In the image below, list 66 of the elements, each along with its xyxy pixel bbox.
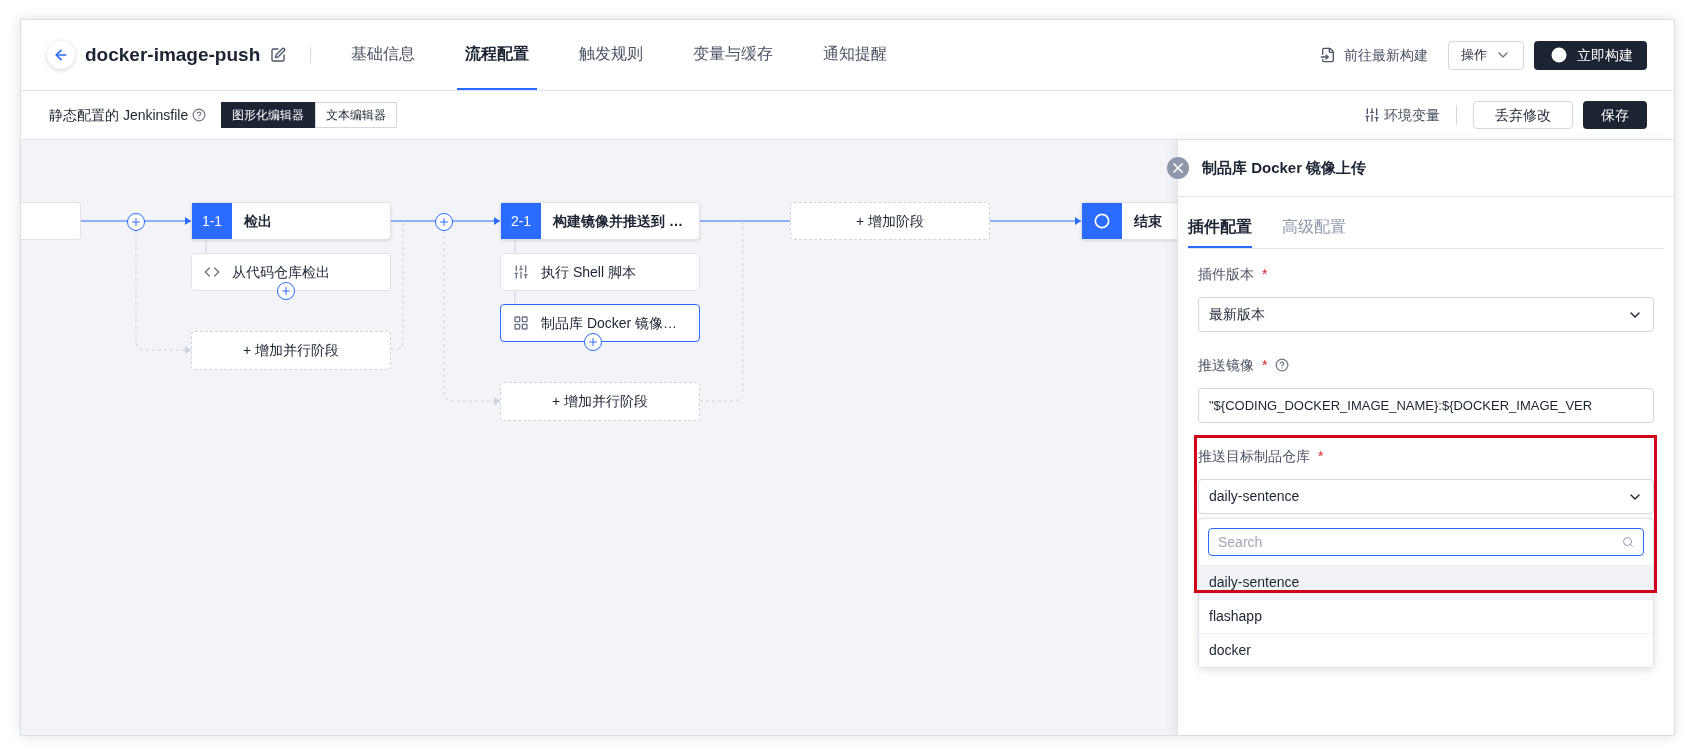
field-label: 推送镜像 <box>1198 355 1254 375</box>
actions-menu-button[interactable]: 操作 <box>1448 40 1524 70</box>
nav-tab[interactable]: 变量与缓存 <box>685 20 782 90</box>
panel-tab[interactable]: 插件配置 <box>1188 207 1252 248</box>
sliders-icon <box>1364 107 1380 123</box>
nav-tab[interactable]: 触发规则 <box>571 20 652 90</box>
step-label: 制品库 Docker 镜像… <box>541 313 678 333</box>
editor-mode-toggle[interactable]: 图形化编辑器 <box>221 102 316 128</box>
select-field[interactable]: daily-sentence <box>1198 479 1654 514</box>
dropdown-option[interactable]: daily-sentence <box>1199 565 1653 599</box>
stage-badge: 1-1 <box>192 203 232 239</box>
stage-badge: 2-1 <box>501 203 541 239</box>
sliders-icon <box>513 264 529 280</box>
discard-changes-button[interactable]: 丢弃修改 <box>1473 101 1573 129</box>
add-parallel-stage-button[interactable]: + 增加并行阶段 <box>500 382 700 421</box>
step-node[interactable]: 从代码仓库检出 <box>191 253 391 291</box>
add-stage-button[interactable]: + 增加阶段 <box>790 202 990 240</box>
stage-title: 检出 <box>243 211 272 231</box>
back-button[interactable] <box>47 41 75 69</box>
add-parallel-stage-button[interactable]: + 增加并行阶段 <box>191 331 391 370</box>
plus-icon <box>587 336 599 348</box>
step-label: 执行 Shell 脚本 <box>541 262 636 282</box>
plus-icon <box>280 285 292 297</box>
pipeline-title: docker-image-push <box>85 42 261 67</box>
nav-tab[interactable]: 流程配置 <box>457 20 538 90</box>
nav-tab[interactable]: 通知提醒 <box>815 20 896 90</box>
nav-tab[interactable]: 基础信息 <box>343 20 424 90</box>
end-badge <box>1082 203 1122 239</box>
panel-title: 制品库 Docker 镜像上传 <box>1202 157 1367 178</box>
dropdown-option[interactable]: docker <box>1199 633 1653 667</box>
code-icon <box>204 264 220 280</box>
end-label: 结束 <box>1133 211 1162 231</box>
grid-icon <box>513 315 529 331</box>
field-label: 插件版本 <box>1198 264 1254 284</box>
text-input-field[interactable]: "${CODING_DOCKER_IMAGE_NAME}:${DOCKER_IMAGE_VER <box>1198 388 1654 423</box>
edit-icon[interactable] <box>270 47 287 63</box>
add-button[interactable] <box>127 213 145 231</box>
search-icon <box>1622 536 1634 548</box>
document-icon <box>1320 47 1336 63</box>
build-now-button[interactable]: 立即构建 <box>1534 40 1647 70</box>
editor-mode-toggle[interactable]: 文本编辑器 <box>315 102 398 128</box>
field-label: 推送目标制品仓库 <box>1198 446 1310 466</box>
stage-title: 构建镜像并推送到 … <box>552 211 683 231</box>
required-mark: * <box>1262 355 1268 375</box>
required-mark: * <box>1318 446 1324 466</box>
save-button[interactable]: 保存 <box>1583 101 1647 129</box>
plus-icon <box>438 216 450 228</box>
env-vars-button[interactable]: 环境变量 <box>1364 104 1440 126</box>
close-button[interactable] <box>1167 157 1189 179</box>
latest-build-link[interactable]: 前往最新构建 <box>1320 44 1428 66</box>
add-button[interactable] <box>435 213 453 231</box>
plus-icon <box>130 216 142 228</box>
stage-node[interactable]: 2-1 构建镜像并推送到 … <box>500 202 700 240</box>
required-mark: * <box>1262 264 1268 284</box>
end-node[interactable]: 结束 <box>1081 202 1177 240</box>
select-field[interactable]: 最新版本 <box>1198 297 1654 332</box>
search-field[interactable]: Search <box>1208 528 1644 556</box>
step-node[interactable]: 执行 Shell 脚本 <box>500 253 700 291</box>
help-icon[interactable] <box>192 108 207 122</box>
jenkinsfile-label: 静态配置的 Jenkinsfile <box>49 105 189 125</box>
step-node[interactable]: 制品库 Docker 镜像… <box>500 304 700 342</box>
stage-node[interactable]: 1-1 检出 <box>191 202 391 240</box>
close-icon <box>1170 160 1186 176</box>
help-icon[interactable] <box>1275 358 1290 372</box>
step-label: 从代码仓库检出 <box>232 262 330 282</box>
dropdown-option[interactable]: flashapp <box>1199 599 1653 633</box>
